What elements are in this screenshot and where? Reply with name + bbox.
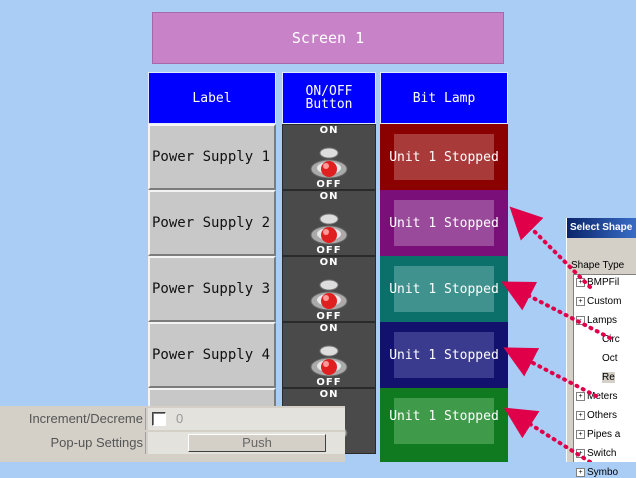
- tree-item-others[interactable]: + Others: [576, 410, 617, 421]
- shape-type-tree[interactable]: + BMPFil + Custom - Lamps Circ Oct Re + Mete…: [573, 274, 636, 478]
- tree-item-symbols[interactable]: + Symbo: [576, 467, 618, 478]
- switch-off-label: OFF: [316, 311, 342, 322]
- onoff-switch-3[interactable]: ON OFF: [282, 256, 376, 322]
- toggle-switch-icon: [310, 147, 348, 179]
- property-row-popup-settings: Pop-up Settings Push: [0, 432, 345, 454]
- onoff-switch-4[interactable]: ON OFF: [282, 322, 376, 388]
- tree-item-circle[interactable]: Circ: [602, 334, 620, 345]
- bit-lamp-3[interactable]: Unit 1 Stopped: [380, 256, 508, 322]
- increment-decrement-checkbox[interactable]: [152, 412, 166, 426]
- column-header-label: Label: [148, 72, 276, 124]
- power-supply-label-2: Power Supply 2: [148, 190, 276, 256]
- toggle-switch-icon: [310, 213, 348, 245]
- shape-type-label: Shape Type: [571, 260, 625, 271]
- screen-title: Screen 1: [152, 12, 504, 64]
- bit-lamp-text: Unit 1 Stopped: [389, 408, 499, 424]
- increment-decrement-value: 0: [176, 411, 184, 426]
- tree-item-meters[interactable]: + Meters: [576, 391, 618, 402]
- property-value[interactable]: 0: [148, 408, 345, 430]
- switch-on-label: ON: [319, 323, 339, 334]
- tree-item-pipes[interactable]: + Pipes a: [576, 429, 620, 440]
- tree-item-bmpfile[interactable]: + BMPFil: [576, 277, 619, 288]
- switch-on-label: ON: [319, 389, 339, 400]
- switch-off-label: OFF: [316, 377, 342, 388]
- switch-on-label: ON: [319, 125, 339, 136]
- power-supply-label-3: Power Supply 3: [148, 256, 276, 322]
- bit-lamp-text: Unit 1 Stopped: [389, 149, 499, 165]
- dialog-title: Select Shape: [567, 218, 636, 238]
- tree-item-octagon[interactable]: Oct: [602, 353, 618, 364]
- property-value: Push: [148, 432, 345, 454]
- property-name: Pop-up Settings: [0, 432, 146, 454]
- onoff-switch-2[interactable]: ON OFF: [282, 190, 376, 256]
- property-row-increment-decrement: Increment/Decreme 0: [0, 408, 345, 430]
- bit-lamp-1[interactable]: Unit 1 Stopped: [380, 124, 508, 190]
- switch-off-label: OFF: [316, 245, 342, 256]
- power-supply-label-4: Power Supply 4: [148, 322, 276, 388]
- toggle-switch-icon: [310, 345, 348, 377]
- select-shape-dialog: Select Shape Shape Type + BMPFil + Custom …: [566, 218, 636, 478]
- tree-item-custom[interactable]: + Custom: [576, 296, 621, 307]
- bit-lamp-2[interactable]: Unit 1 Stopped: [380, 190, 508, 256]
- column-header-onoff-button: ON/OFF Button: [282, 72, 376, 124]
- property-name: Increment/Decreme: [0, 408, 146, 430]
- power-supply-label-1: Power Supply 1: [148, 124, 276, 190]
- switch-on-label: ON: [319, 257, 339, 268]
- onoff-switch-1[interactable]: ON OFF: [282, 124, 376, 190]
- tree-item-rectangle[interactable]: Re: [602, 372, 615, 383]
- bit-lamp-5[interactable]: Unit 1 Stopped: [380, 388, 508, 462]
- tree-item-lamps[interactable]: - Lamps: [576, 315, 617, 326]
- bit-lamp-text: Unit 1 Stopped: [389, 215, 499, 231]
- column-header-bit-lamp: Bit Lamp: [380, 72, 508, 124]
- switch-off-label: OFF: [316, 179, 342, 190]
- bit-lamp-text: Unit 1 Stopped: [389, 281, 499, 297]
- tree-item-switches[interactable]: + Switch: [576, 448, 616, 459]
- bit-lamp-4[interactable]: Unit 1 Stopped: [380, 322, 508, 388]
- switch-on-label: ON: [319, 191, 339, 202]
- popup-settings-push-button[interactable]: Push: [188, 434, 326, 452]
- properties-panel: Increment/Decreme 0 Pop-up Settings Push: [0, 406, 345, 462]
- toggle-switch-icon: [310, 279, 348, 311]
- bit-lamp-text: Unit 1 Stopped: [389, 347, 499, 363]
